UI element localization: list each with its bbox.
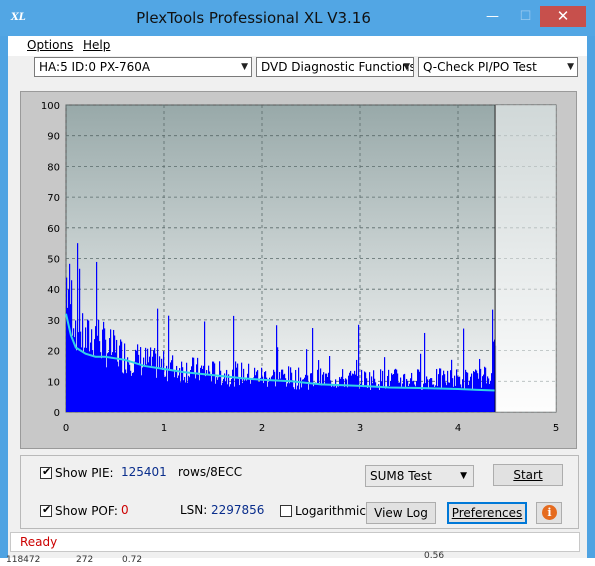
background-text: 0.72 — [122, 555, 143, 565]
test-type-select[interactable]: Q-Check PI/PO Test ▼ — [418, 57, 578, 77]
test-type-select-value: Q-Check PI/PO Test — [423, 60, 537, 74]
menu-options-label: Options — [27, 38, 74, 52]
view-log-button[interactable]: View Log — [366, 502, 436, 524]
info-icon: i — [542, 505, 557, 520]
chevron-down-icon: ▼ — [460, 471, 467, 481]
app-window: XL PlexTools Professional XL V3.16 — ☐ ✕… — [0, 0, 595, 566]
y-tick-label: 30 — [47, 316, 60, 327]
chevron-down-icon: ▼ — [567, 62, 574, 72]
show-pie-checkbox[interactable]: ✔ — [40, 465, 52, 479]
info-button[interactable]: i — [536, 502, 562, 524]
drive-select[interactable]: HA:5 ID:0 PX-760A ▼ — [34, 57, 252, 77]
lsn-value: 2297856 — [211, 503, 265, 517]
menu-bar: Options Help — [8, 36, 587, 56]
lsn-label: LSN: — [180, 503, 208, 517]
background-window-strip: 118472 272 0.72 0.56 — [0, 551, 595, 566]
y-tick-label: 80 — [47, 162, 60, 173]
pie-value: 125401 — [121, 465, 167, 479]
y-tick-label: 100 — [41, 101, 60, 112]
x-tick-label: 1 — [161, 423, 167, 434]
y-tick-label: 0 — [54, 408, 60, 419]
title-bar[interactable]: XL PlexTools Professional XL V3.16 — ☐ ✕ — [0, 0, 595, 36]
preferences-button[interactable]: Preferences — [447, 502, 527, 524]
check-icon: ✔ — [42, 503, 52, 516]
pof-value: 0 — [121, 503, 129, 517]
status-bar: Ready — [10, 532, 580, 552]
function-select-value: DVD Diagnostic Functions — [261, 60, 414, 74]
logarithmic-label: Logarithmic — [295, 504, 366, 518]
check-icon: ✔ — [42, 465, 52, 478]
menu-help-label: Help — [83, 38, 111, 52]
preferences-label: Preferences — [451, 506, 523, 520]
minimize-button[interactable]: — — [476, 6, 509, 27]
x-tick-label: 0 — [63, 423, 69, 434]
background-text: 118472 — [6, 555, 41, 565]
main-client-area: Options Help HA:5 ID:0 PX-760A ▼ DVD Dia… — [8, 36, 587, 558]
y-tick-label: 50 — [47, 255, 60, 266]
sum8-test-select[interactable]: SUM8 Test ▼ — [365, 465, 474, 487]
show-pof-checkbox[interactable]: ✔ — [40, 503, 52, 517]
sum8-test-value: SUM8 Test — [370, 469, 432, 483]
rows-unit-label: rows/8ECC — [178, 465, 243, 479]
controls-panel: ✔ Show PIE: 125401 rows/8ECC SUM8 Test ▼… — [20, 455, 579, 529]
status-text: Ready — [20, 535, 58, 549]
pi-po-chart: 0 10 20 30 40 50 60 70 80 90 100 0 1 2 3 4 5 — [41, 101, 559, 434]
y-tick-label: 60 — [47, 224, 60, 235]
start-button-label: Start — [513, 468, 543, 482]
view-log-label: View Log — [374, 506, 428, 520]
chevron-down-icon: ▼ — [241, 62, 248, 72]
start-button[interactable]: Start — [493, 464, 563, 486]
chevron-down-icon: ▼ — [403, 62, 410, 72]
maximize-button[interactable]: ☐ — [509, 6, 542, 27]
logarithmic-checkbox[interactable] — [280, 505, 292, 517]
unscanned-region — [495, 105, 556, 412]
y-tick-label: 10 — [47, 377, 60, 388]
x-tick-label: 5 — [553, 423, 559, 434]
background-text: 272 — [76, 555, 94, 565]
y-tick-label: 70 — [47, 193, 60, 204]
show-pie-label: Show PIE: — [55, 466, 114, 480]
x-tick-label: 3 — [357, 423, 363, 434]
menu-help[interactable]: Help — [83, 38, 110, 52]
function-select[interactable]: DVD Diagnostic Functions ▼ — [256, 57, 414, 77]
menu-options[interactable]: Options — [27, 38, 73, 52]
drive-select-value: HA:5 ID:0 PX-760A — [39, 60, 151, 74]
x-tick-label: 2 — [259, 423, 265, 434]
chart-panel: 0 10 20 30 40 50 60 70 80 90 100 0 1 2 3 4 5 — [20, 91, 577, 449]
close-button[interactable]: ✕ — [540, 6, 586, 27]
background-text: 0.56 — [424, 551, 445, 561]
y-tick-label: 90 — [47, 132, 60, 143]
y-tick-label: 40 — [47, 285, 60, 296]
window-title: PlexTools Professional XL V3.16 — [136, 9, 371, 27]
y-tick-label: 20 — [47, 347, 60, 358]
show-pof-label: Show POF: — [55, 504, 118, 518]
x-tick-label: 4 — [455, 423, 461, 434]
